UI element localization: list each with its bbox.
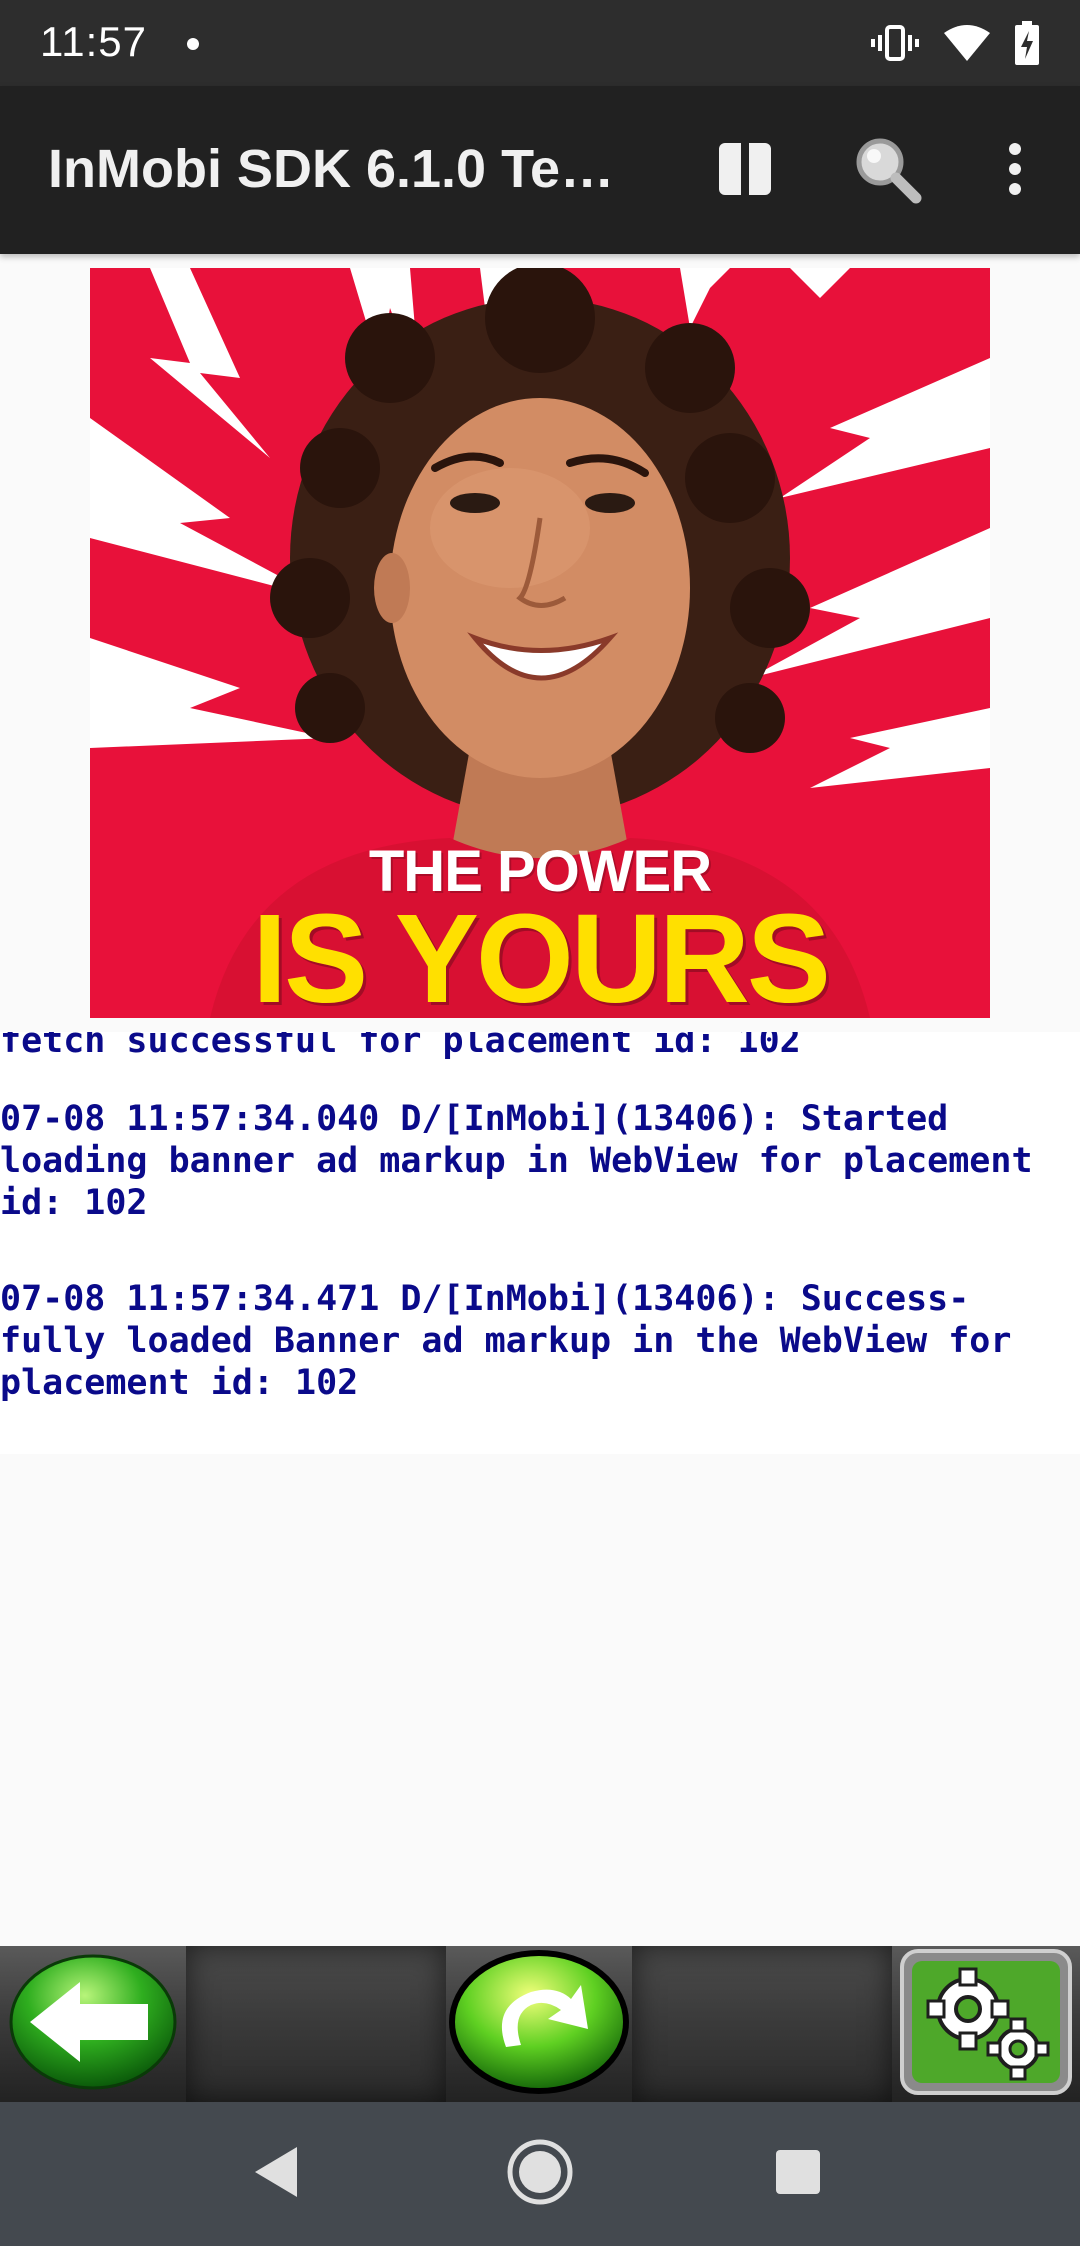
overflow-menu-icon xyxy=(1005,141,1025,202)
notification-dot-icon xyxy=(187,38,199,50)
toolbar-empty-slot xyxy=(186,1946,446,2102)
back-button[interactable] xyxy=(0,1946,186,2102)
nav-back-button[interactable] xyxy=(236,2134,316,2214)
nav-home-icon xyxy=(505,2137,575,2212)
log-entry: 07-08 11:57:34.040 D/[InMobi](13406): St… xyxy=(0,1099,1033,1223)
log-output: fetch successful for placement id: 102 0… xyxy=(0,1032,1080,1454)
nav-recents-icon xyxy=(774,2148,822,2201)
settings-gears-icon xyxy=(896,1947,1076,2102)
nav-recents-button[interactable] xyxy=(758,2134,838,2214)
status-bar: 11:57 xyxy=(0,0,1080,86)
search-button[interactable] xyxy=(852,136,922,206)
app-bar: InMobi SDK 6.1.0 Te… xyxy=(0,86,1080,254)
nav-back-icon xyxy=(251,2145,301,2204)
banner-ad[interactable]: THE POWER IS YOURS xyxy=(90,268,990,1018)
battery-charging-icon xyxy=(1014,21,1040,65)
settings-button[interactable] xyxy=(892,1946,1080,2102)
overflow-menu-button[interactable] xyxy=(980,136,1050,206)
log-entry: 07-08 11:57:34.471 D/[InMobi](13406): Su… xyxy=(0,1279,1012,1403)
wifi-icon xyxy=(942,23,992,63)
ad-headline-line2: IS YOURS xyxy=(252,888,831,1018)
vibrate-icon xyxy=(870,23,920,63)
app-title: InMobi SDK 6.1.0 Te… xyxy=(48,139,615,199)
toolbar-empty-slot xyxy=(632,1946,892,2102)
nav-home-button[interactable] xyxy=(500,2134,580,2214)
status-time: 11:57 xyxy=(40,18,147,65)
back-arrow-icon xyxy=(8,1952,178,2097)
search-icon xyxy=(852,134,922,209)
pause-button[interactable] xyxy=(710,136,780,206)
refresh-icon xyxy=(446,1947,632,2102)
refresh-button[interactable] xyxy=(446,1946,632,2102)
bottom-toolbar xyxy=(0,1946,1080,2102)
log-partial-line: fetch successful for placement id: 102 xyxy=(0,1032,801,1061)
system-nav-bar xyxy=(0,2102,1080,2246)
pause-icon xyxy=(717,141,773,202)
